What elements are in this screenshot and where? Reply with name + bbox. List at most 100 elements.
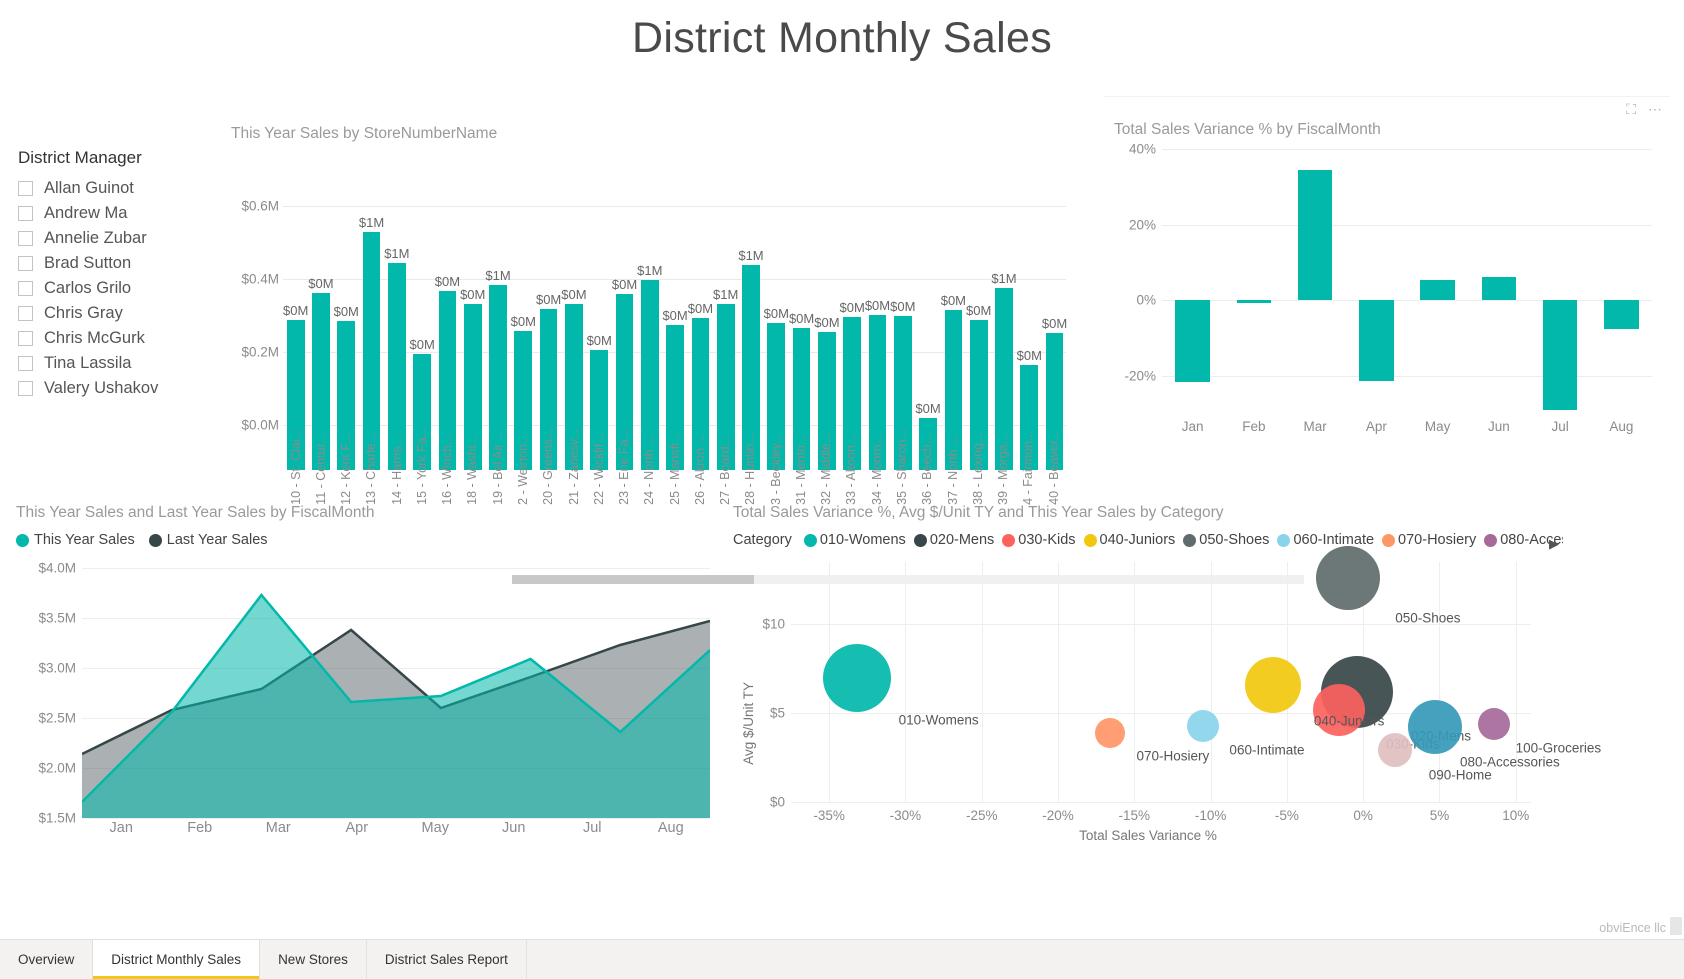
variance-bar[interactable]: [1237, 300, 1271, 302]
slicer-item[interactable]: Chris Gray: [18, 301, 228, 326]
bubble-point[interactable]: [1095, 718, 1125, 748]
legend-label: 070-Hosiery: [1398, 532, 1476, 548]
variance-bar-item[interactable]: [1407, 149, 1468, 414]
bubble-label: 050-Shoes: [1395, 611, 1460, 626]
bubble-point[interactable]: [1408, 700, 1462, 754]
checkbox-icon[interactable]: [18, 281, 33, 296]
variance-bar[interactable]: [1298, 170, 1332, 301]
gridline: [1058, 562, 1059, 802]
x-axis-tick: 14 - Harris...: [390, 427, 404, 505]
x-axis-tick: 23 - Erie Fa...: [617, 427, 631, 505]
x-axis-tick: 33 - Altoon...: [844, 427, 858, 505]
y-axis-tick: $2.0M: [16, 761, 76, 776]
page-tab[interactable]: District Monthly Sales: [93, 940, 260, 979]
variance-bar-item[interactable]: [1591, 149, 1652, 414]
variance-bar-item[interactable]: [1285, 149, 1346, 414]
gridline: [791, 802, 1531, 803]
legend-item[interactable]: 070-Hosiery: [1382, 532, 1476, 548]
variance-bar-item[interactable]: [1223, 149, 1284, 414]
x-axis-tick-cell: 11 - Centur...: [308, 427, 333, 505]
legend-item[interactable]: 050-Shoes: [1183, 532, 1269, 548]
page-scrollbar[interactable]: [1670, 917, 1682, 935]
more-options-icon[interactable]: ⋯: [1648, 101, 1662, 118]
checkbox-icon[interactable]: [18, 381, 33, 396]
checkbox-icon[interactable]: [18, 256, 33, 271]
y-axis-tick: -20%: [1104, 369, 1156, 384]
slicer-item[interactable]: Allan Guinot: [18, 176, 228, 201]
bubble-point[interactable]: [1245, 657, 1301, 713]
focus-mode-icon[interactable]: ⛶: [1626, 101, 1636, 118]
district-manager-slicer[interactable]: District Manager Allan GuinotAndrew MaAn…: [18, 148, 228, 401]
x-axis-tick: Jan: [1162, 419, 1223, 434]
page-tab[interactable]: Overview: [0, 940, 93, 979]
x-axis-tick-cell: 40 - Beaver...: [1041, 427, 1066, 505]
area-chart-legend[interactable]: This Year Sales Last Year Sales: [16, 532, 268, 548]
slicer-item[interactable]: Andrew Ma: [18, 201, 228, 226]
checkbox-icon[interactable]: [18, 181, 33, 196]
y-axis-tick: $0.6M: [231, 199, 279, 214]
legend-color-dot: [1484, 534, 1497, 547]
page-tab-bar[interactable]: OverviewDistrict Monthly SalesNew Stores…: [0, 939, 1684, 979]
bubble-chart-legend[interactable]: Category 010-Womens020-Mens030-Kids040-J…: [733, 532, 1563, 548]
bar-data-label: $0M: [789, 311, 814, 326]
variance-bar-item[interactable]: [1468, 149, 1529, 414]
variance-bar[interactable]: [1359, 300, 1393, 381]
variance-bar[interactable]: [1175, 300, 1209, 381]
legend-item[interactable]: 040-Juniors: [1084, 532, 1176, 548]
bubble-point[interactable]: [1378, 733, 1412, 767]
slicer-item[interactable]: Annelie Zubar: [18, 226, 228, 251]
variance-bar-item[interactable]: [1530, 149, 1591, 414]
slicer-item[interactable]: Valery Ushakov: [18, 376, 228, 401]
y-axis-tick: $4.0M: [16, 561, 76, 576]
bar-data-label: $0M: [1017, 348, 1042, 363]
checkbox-icon[interactable]: [18, 356, 33, 371]
slicer-item[interactable]: Chris McGurk: [18, 326, 228, 351]
variance-bar[interactable]: [1482, 277, 1516, 300]
legend-item[interactable]: Last Year Sales: [149, 532, 268, 548]
variance-bar[interactable]: [1420, 280, 1454, 301]
bar-data-label: $1M: [485, 268, 510, 283]
checkbox-icon[interactable]: [18, 231, 33, 246]
variance-bar-item[interactable]: [1346, 149, 1407, 414]
y-axis-tick: $1.5M: [16, 811, 76, 826]
this-year-sales-by-store-chart[interactable]: This Year Sales by StoreNumberName $0.0M…: [231, 125, 1076, 470]
variance-bar[interactable]: [1604, 300, 1638, 328]
variance-bar-item[interactable]: [1162, 149, 1223, 414]
legend-color-dot: [1277, 534, 1290, 547]
slicer-item[interactable]: Brad Sutton: [18, 251, 228, 276]
slicer-item[interactable]: Carlos Grilo: [18, 276, 228, 301]
bubble-point[interactable]: [823, 644, 891, 712]
x-axis-tick: Jul: [1530, 419, 1591, 434]
legend-item[interactable]: 010-Womens: [804, 532, 906, 548]
legend-item[interactable]: This Year Sales: [16, 532, 135, 548]
page-tab[interactable]: District Sales Report: [367, 940, 527, 979]
y-axis-tick: $3.0M: [16, 661, 76, 676]
bar-x-axis: 10 - St. Clai...11 - Centur...12 - Kent …: [283, 427, 1066, 505]
bubble-label: 010-Womens: [899, 712, 979, 727]
x-axis-tick: -20%: [1042, 808, 1074, 823]
variance-bar[interactable]: [1543, 300, 1577, 410]
legend-item[interactable]: 030-Kids: [1002, 532, 1075, 548]
bubble-point[interactable]: [1478, 708, 1510, 740]
x-axis-tick: 25 - Mansfi...: [668, 427, 682, 505]
total-sales-variance-by-month-chart[interactable]: ⛶ ⋯ Total Sales Variance % by FiscalMont…: [1104, 96, 1670, 451]
legend-item[interactable]: 020-Mens: [914, 532, 994, 548]
legend-label: 030-Kids: [1018, 532, 1075, 548]
x-axis-tick: 10%: [1502, 808, 1529, 823]
legend-next-arrow[interactable]: ▶: [1549, 536, 1559, 552]
checkbox-icon[interactable]: [18, 306, 33, 321]
x-axis-tick: Apr: [318, 820, 397, 836]
bubble-label: 070-Hosiery: [1136, 748, 1209, 763]
category-variance-bubble-chart[interactable]: Total Sales Variance %, Avg $/Unit TY an…: [733, 500, 1563, 860]
legend-item[interactable]: 060-Intimate: [1277, 532, 1374, 548]
slicer-item[interactable]: Tina Lassila: [18, 351, 228, 376]
checkbox-icon[interactable]: [18, 331, 33, 346]
page-tab[interactable]: New Stores: [260, 940, 367, 979]
bubble-point[interactable]: [1316, 546, 1380, 610]
legend-color-dot: [1382, 534, 1395, 547]
x-axis-tick: 26 - Akron ...: [693, 427, 707, 505]
this-year-vs-last-year-sales-chart[interactable]: This Year Sales and Last Year Sales by F…: [16, 500, 736, 860]
bar-data-label: $0M: [814, 315, 839, 330]
bubble-point[interactable]: [1187, 710, 1219, 742]
checkbox-icon[interactable]: [18, 206, 33, 221]
